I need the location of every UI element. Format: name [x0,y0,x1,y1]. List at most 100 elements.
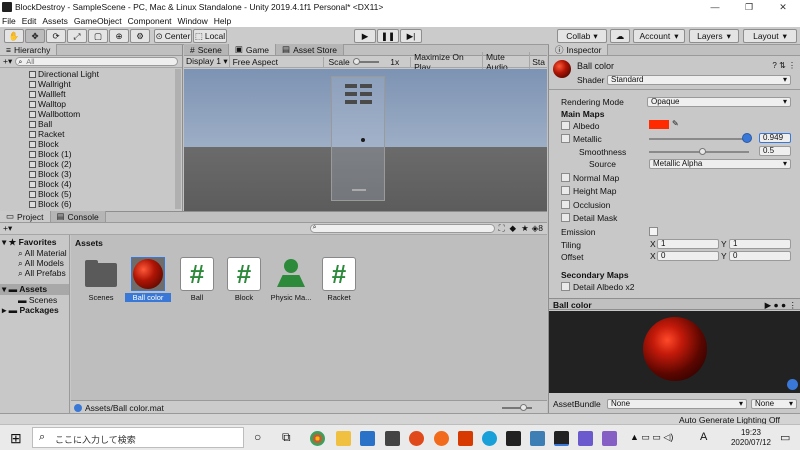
task-view-icon[interactable]: ⧉ [282,430,291,445]
layout-dropdown[interactable]: Layout ▾ [743,29,797,43]
transform-tool-icon[interactable]: ⊕ [109,29,129,43]
step-button[interactable]: ▶| [400,29,422,43]
pivot-local-button[interactable]: ⬚ Local [193,29,227,43]
tab-inspector[interactable]: ⓘ Inspector [549,44,609,55]
app-icon[interactable] [578,431,593,446]
stats-toggle[interactable]: Sta [530,57,547,67]
list-item[interactable]: ⌕ All Models [0,258,69,268]
texture-slot[interactable] [561,121,570,130]
display-dropdown[interactable]: Display 1 ▾ [184,56,230,67]
play-button[interactable]: ▶ [354,29,376,43]
slider-thumb[interactable] [352,57,360,65]
pivot-center-button[interactable]: ⊙ Center [154,29,192,43]
list-item[interactable]: Block (6) [0,199,182,209]
texture-slot[interactable] [561,213,570,222]
scale-tool-icon[interactable]: ⤢ [67,29,87,43]
tab-console[interactable]: ▤ Console [50,211,106,222]
asset-physic-material[interactable]: Physic Ma... [268,257,314,302]
app-icon[interactable] [530,431,545,446]
unity-editor-icon[interactable] [554,431,569,446]
metallic-value-field[interactable]: 0.949 [759,133,791,143]
slider-thumb[interactable] [699,148,706,155]
menu-file[interactable]: File [2,16,16,26]
offset-y-field[interactable]: 0 [729,251,791,261]
minimize-button[interactable]: — [698,2,732,13]
list-item[interactable]: Block (3) [0,169,182,179]
aspect-dropdown[interactable]: Free Aspect [230,56,325,67]
menu-help[interactable]: Help [214,16,231,26]
packages-folder[interactable]: ▸ ▬ Packages [0,305,69,315]
label-filter-icon[interactable]: ◆ [510,223,517,234]
file-explorer-icon[interactable] [336,431,351,446]
hierarchy-search-input[interactable]: ⌕ All [15,57,178,66]
shader-dropdown[interactable]: Standard ▾ [607,75,791,85]
tab-scene[interactable]: # Scene [184,44,229,55]
rect-tool-icon[interactable]: ▢ [88,29,108,43]
menu-window[interactable]: Window [178,16,208,26]
material-preview[interactable] [549,311,800,393]
albedo-color-swatch[interactable] [649,120,669,129]
menu-component[interactable]: Component [128,16,172,26]
list-item[interactable]: Block (2) [0,159,182,169]
rotate-tool-icon[interactable]: ⟳ [46,29,66,43]
edge-icon[interactable] [482,431,497,446]
list-item[interactable]: Block (5) [0,189,182,199]
texture-slot[interactable] [561,186,570,195]
hand-tool-icon[interactable]: ✋ [4,29,24,43]
icon-size-slider[interactable] [502,403,532,411]
filter-type-icon[interactable]: ⛶ [499,223,505,234]
smoothness-value-field[interactable]: 0.5 [759,146,791,156]
tab-hierarchy[interactable]: ≡ Hierarchy [0,44,58,55]
close-button[interactable]: ✕ [766,2,800,13]
slider-thumb[interactable] [742,133,752,143]
taskbar-search-input[interactable]: ⌕ ここに入力して検索 [32,427,244,448]
list-item[interactable]: ▬ Scenes [0,295,69,305]
preview-settings-icon[interactable] [787,379,798,390]
menu-gameobject[interactable]: GameObject [74,16,122,26]
list-item[interactable]: Block [0,139,182,149]
store-icon[interactable] [385,431,400,446]
ime-indicator[interactable]: A [700,431,707,443]
assets-folder[interactable]: ▾ ▬ Assets [0,284,69,295]
list-item[interactable]: Wallbottom [0,109,182,119]
project-search-input[interactable]: ⌕ [309,224,495,233]
list-item[interactable]: ⌕ All Prefabs [0,268,69,278]
game-view[interactable] [184,69,547,211]
asset-ball-color[interactable]: Ball color [125,257,171,302]
asset-scenes[interactable]: Scenes [78,257,124,302]
scale-slider[interactable] [352,57,380,65]
app-icon[interactable] [409,431,424,446]
move-tool-icon[interactable]: ✥ [25,29,45,43]
hierarchy-scrollbar[interactable] [175,69,181,209]
tab-project[interactable]: ▭ Project [0,211,51,222]
notification-icon[interactable]: ▭ [780,431,790,444]
layers-dropdown[interactable]: Layers ▾ [689,29,739,43]
emission-checkbox[interactable] [649,227,658,236]
create-plus-icon[interactable]: +▾ [3,223,12,234]
eyedropper-icon[interactable]: ✎ [672,119,679,128]
rendering-mode-dropdown[interactable]: Opaque ▾ [647,97,791,107]
list-item[interactable]: Ball [0,119,182,129]
tab-game[interactable]: ▣ Game [228,44,277,55]
preview-tools-icon[interactable]: ▶ ● ● ⋮ [765,300,797,311]
asset-ball-script[interactable]: # Ball [174,257,220,302]
list-item[interactable]: Block (1) [0,149,182,159]
offset-x-field[interactable]: 0 [657,251,719,261]
source-dropdown[interactable]: Metallic Alpha ▾ [649,159,791,169]
asset-bundle-variant-dropdown[interactable]: None ▾ [751,399,797,409]
clock[interactable]: 19:23 2020/07/12 [728,428,774,448]
texture-slot[interactable] [561,200,570,209]
asset-racket-script[interactable]: # Racket [316,257,362,302]
custom-tool-icon[interactable]: ⚙ [130,29,150,43]
inspector-header-icons[interactable]: ? ⇅ ⋮ [772,61,796,70]
firefox-icon[interactable] [434,431,449,446]
create-plus-icon[interactable]: +▾ [3,56,12,67]
hidden-packages-icon[interactable]: ◈8 [532,223,543,234]
pause-button[interactable]: ❚❚ [377,29,399,43]
account-dropdown[interactable]: Account ▾ [633,29,685,43]
office-icon[interactable] [458,431,473,446]
system-tray-icons[interactable]: ▲ ▭ ▭ ◁) [630,432,673,443]
list-item[interactable]: Wallright [0,79,182,89]
asset-block-script[interactable]: # Block [221,257,267,302]
metallic-slider[interactable] [649,138,749,140]
